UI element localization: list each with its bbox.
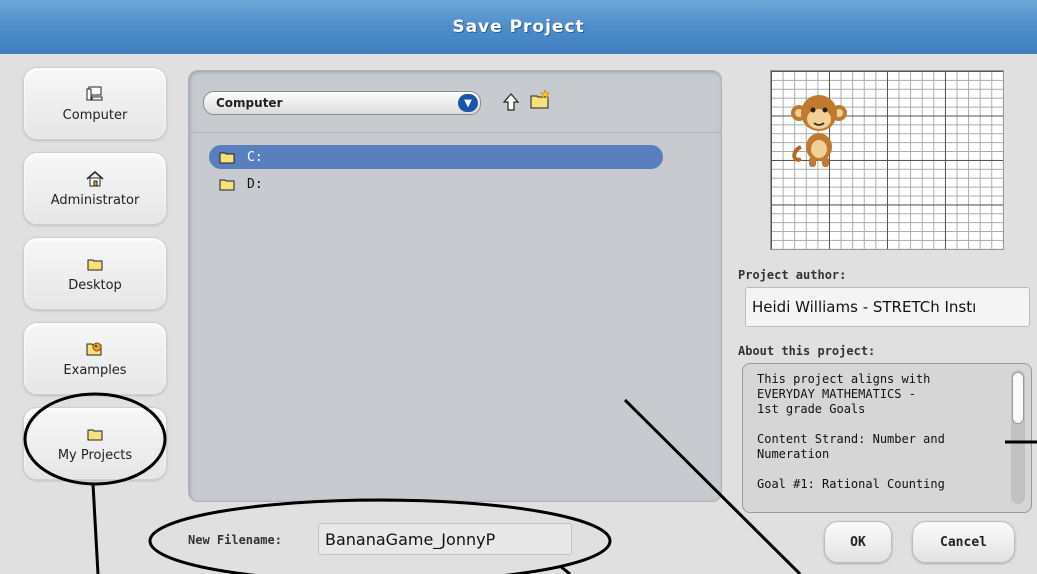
sidebar-item-desktop[interactable]: Desktop bbox=[23, 237, 167, 310]
computer-icon bbox=[85, 84, 105, 104]
about-text: This project aligns with EVERYDAY MATHEM… bbox=[757, 372, 945, 491]
ok-button[interactable]: OK bbox=[824, 521, 892, 563]
new-folder-icon[interactable] bbox=[529, 89, 551, 111]
author-value: Heidi Williams - STRETCh Instı bbox=[752, 298, 977, 316]
ok-button-label: OK bbox=[850, 534, 866, 550]
folder-icon bbox=[85, 254, 105, 274]
file-item-c[interactable]: C: bbox=[209, 145, 663, 169]
dialog-title-bar: Save Project bbox=[0, 0, 1037, 54]
new-filename-label: New Filename: bbox=[188, 533, 282, 547]
sidebar-item-label: My Projects bbox=[57, 448, 133, 463]
sidebar-item-label: Examples bbox=[63, 363, 127, 378]
file-item-label: D: bbox=[247, 176, 263, 192]
dialog-title: Save Project bbox=[452, 17, 585, 37]
sidebar-item-label: Computer bbox=[62, 108, 128, 123]
about-scrollbar[interactable] bbox=[1011, 370, 1025, 504]
about-scrollbar-thumb[interactable] bbox=[1012, 372, 1024, 424]
parent-folder-icon[interactable] bbox=[501, 91, 521, 113]
folder-icon bbox=[219, 151, 235, 164]
sidebar-item-administrator[interactable]: Administrator bbox=[23, 152, 167, 225]
home-icon bbox=[85, 169, 105, 189]
project-thumbnail bbox=[770, 70, 1004, 250]
folder-icon bbox=[85, 424, 105, 444]
file-browser[interactable]: Computer ▼ C: D: bbox=[188, 70, 722, 502]
file-item-label: C: bbox=[247, 149, 263, 165]
author-label: Project author: bbox=[738, 268, 847, 282]
toolbar-divider bbox=[189, 132, 721, 133]
cancel-button[interactable]: Cancel bbox=[912, 521, 1015, 563]
sidebar-item-my-projects[interactable]: My Projects bbox=[23, 407, 167, 480]
sidebar-item-examples[interactable]: Examples bbox=[23, 322, 167, 395]
folder-icon bbox=[219, 178, 235, 191]
cancel-button-label: Cancel bbox=[940, 534, 987, 550]
chevron-down-icon[interactable]: ▼ bbox=[458, 94, 478, 112]
about-label: About this project: bbox=[738, 344, 876, 358]
about-textarea[interactable]: This project aligns with EVERYDAY MATHEM… bbox=[742, 363, 1032, 513]
sidebar-item-computer[interactable]: Computer bbox=[23, 67, 167, 140]
monkey-sprite bbox=[791, 95, 847, 167]
file-item-d[interactable]: D: bbox=[209, 172, 263, 196]
new-filename-input[interactable]: BananaGame_JonnyP bbox=[318, 523, 572, 555]
examples-icon bbox=[85, 339, 105, 359]
author-field[interactable]: Heidi Williams - STRETCh Instı bbox=[745, 287, 1030, 327]
new-filename-value: BananaGame_JonnyP bbox=[325, 529, 496, 549]
sidebar-item-label: Administrator bbox=[50, 193, 140, 208]
sidebar-item-label: Desktop bbox=[68, 278, 122, 293]
location-dropdown[interactable]: Computer ▼ bbox=[203, 91, 481, 115]
dialog-body: Computer Administrator Desktop Examples … bbox=[0, 54, 1037, 574]
location-dropdown-value: Computer bbox=[216, 96, 283, 110]
